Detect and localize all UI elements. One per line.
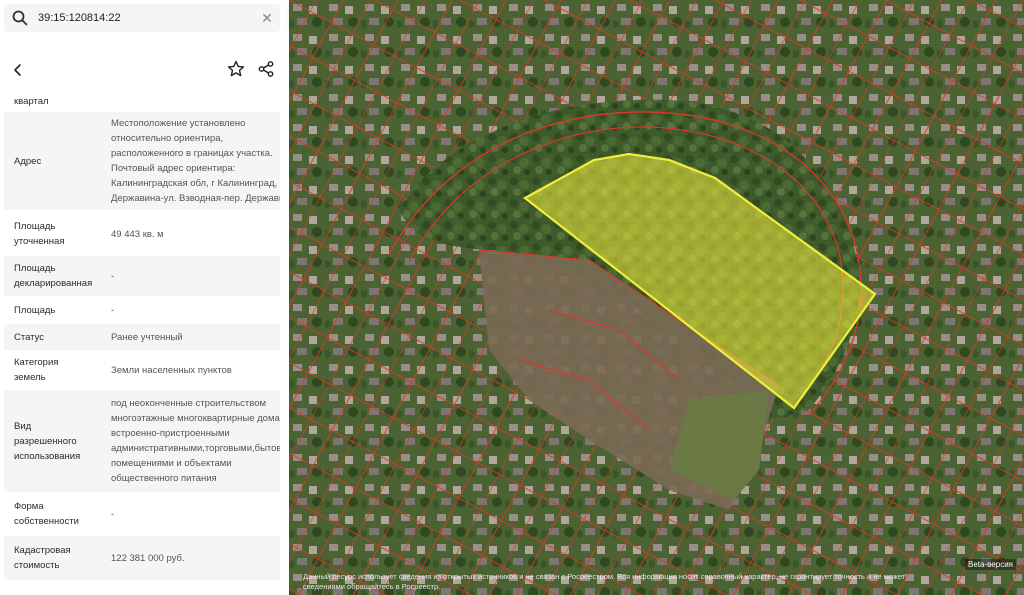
- search-input[interactable]: [38, 8, 258, 28]
- row-key-line: разрешенного: [14, 435, 77, 447]
- search-icon: [12, 10, 28, 26]
- search-bar[interactable]: ✕: [4, 4, 280, 32]
- row-key-line: Площадь: [14, 221, 56, 232]
- row-key: квартал: [4, 94, 102, 112]
- row-key-line: Адрес: [14, 155, 42, 167]
- map-view[interactable]: Beta-версия Данный ресурс использует све…: [289, 0, 1024, 595]
- row-key: Площадь декларированная: [4, 261, 102, 291]
- row-key: Площадь уточненная: [4, 219, 102, 249]
- row-key-line: уточненная: [14, 236, 65, 247]
- table-row: Площадь -: [4, 298, 280, 322]
- row-value: Местоположение установлено относительно о…: [102, 116, 280, 206]
- table-row: Категория земель Земли населенных пунктов: [4, 352, 280, 388]
- table-row: Площадь декларированная -: [4, 256, 280, 296]
- satellite-map[interactable]: [289, 0, 1024, 595]
- row-key-line: Площадь: [14, 304, 56, 316]
- row-value-line: встроенно-пристроенными: [111, 428, 230, 439]
- table-row: Кадастровая стоимость 122 381 000 руб.: [4, 536, 280, 580]
- row-key-line: использования: [14, 450, 81, 462]
- row-value: -: [102, 507, 280, 522]
- row-value-line: административными,торговыми,бытовыми: [111, 443, 280, 454]
- row-key: Категория земель: [4, 355, 102, 385]
- info-panel: ✕ квартал 39:15:120814 Адрес Местоположение…: [0, 0, 289, 595]
- row-value-line: -: [111, 270, 115, 282]
- row-key: Адрес: [4, 154, 102, 169]
- row-value: 49 443 кв. м: [102, 227, 280, 242]
- row-value-line: расположенного в границах участка.: [111, 148, 273, 159]
- row-key-line: Вид: [14, 420, 32, 432]
- row-key-line: Площадь: [14, 263, 56, 274]
- row-value-line: общественного питания: [111, 473, 217, 484]
- row-value-line: многоэтажные многоквартирные дома: [111, 413, 280, 424]
- card-toolbar: [0, 56, 289, 84]
- row-key: Статус: [4, 330, 102, 345]
- row-value-line: 122 381 000 руб.: [111, 552, 185, 564]
- parcel-attributes-table: квартал 39:15:120814 Адрес Местоположение у…: [4, 84, 280, 589]
- row-key-line: квартал: [14, 96, 49, 107]
- row-value: Ранее учтенный: [102, 330, 280, 345]
- row-key-line: Форма: [14, 501, 44, 512]
- row-value-line: -: [111, 304, 115, 316]
- row-value: 39:15:120814: [102, 84, 280, 89]
- row-value-line: Державина-ул. Взводная-пер. Державина: [111, 193, 280, 204]
- row-value-line: помещениями и объектами: [111, 458, 232, 469]
- row-key-line: собственности: [14, 516, 79, 527]
- disclaimer-line-1: Данный ресурс использует сведения из отк…: [303, 572, 906, 581]
- row-value-line: Земли населенных пунктов: [111, 364, 232, 376]
- row-value: -: [102, 303, 280, 318]
- row-key-line: Кадастровая: [14, 545, 71, 556]
- star-icon[interactable]: [226, 59, 246, 79]
- row-key: Форма собственности: [4, 499, 102, 529]
- row-key: Кадастровая стоимость: [4, 543, 102, 573]
- row-value-line: Почтовый адрес ориентира:: [111, 163, 236, 174]
- disclaimer-line-2: сведениями обращайтесь в Росреестр.: [303, 582, 441, 591]
- row-value: под неоконченные строительством многоэтаж…: [102, 396, 280, 486]
- table-row: Форма собственности -: [4, 494, 280, 534]
- row-key-line: декларированная: [14, 278, 93, 289]
- row-value-line: Местоположение установлено: [111, 118, 246, 129]
- row-value-line: 49 443 кв. м: [111, 228, 164, 240]
- map-disclaimer: Данный ресурс использует сведения из отк…: [303, 572, 1019, 592]
- row-key-line: стоимость: [14, 560, 60, 571]
- row-value: Земли населенных пунктов: [102, 363, 280, 378]
- table-row: квартал 39:15:120814: [4, 84, 280, 112]
- row-key-line: Статус: [14, 331, 45, 343]
- row-key-line: Категория: [14, 357, 59, 368]
- table-row: Адрес Местоположение установлено относител…: [4, 112, 280, 210]
- table-row: Статус Ранее учтенный: [4, 324, 280, 350]
- row-value-line: под неоконченные строительством: [111, 398, 267, 409]
- table-row: Вид разрешенного использования под неоконче…: [4, 390, 280, 492]
- share-icon[interactable]: [256, 59, 276, 79]
- row-value-line: Ранее учтенный: [111, 331, 183, 343]
- row-value-line: Калининградская обл, г Калининград,: [111, 178, 278, 189]
- beta-badge: Beta-версия: [965, 559, 1016, 570]
- row-value-line: 39:15:120814: [111, 84, 280, 89]
- table-row: Площадь уточненная 49 443 кв. м: [4, 214, 280, 254]
- row-value: -: [102, 269, 280, 284]
- close-icon[interactable]: ✕: [260, 11, 274, 25]
- row-key-line: земель: [14, 372, 46, 383]
- row-key: Вид разрешенного использования: [4, 419, 102, 464]
- row-key: Площадь: [4, 303, 102, 318]
- row-value-line: относительно ориентира,: [111, 133, 224, 144]
- row-value: 122 381 000 руб.: [102, 551, 280, 566]
- chevron-left-icon[interactable]: [8, 60, 28, 80]
- row-value-line: -: [111, 508, 115, 520]
